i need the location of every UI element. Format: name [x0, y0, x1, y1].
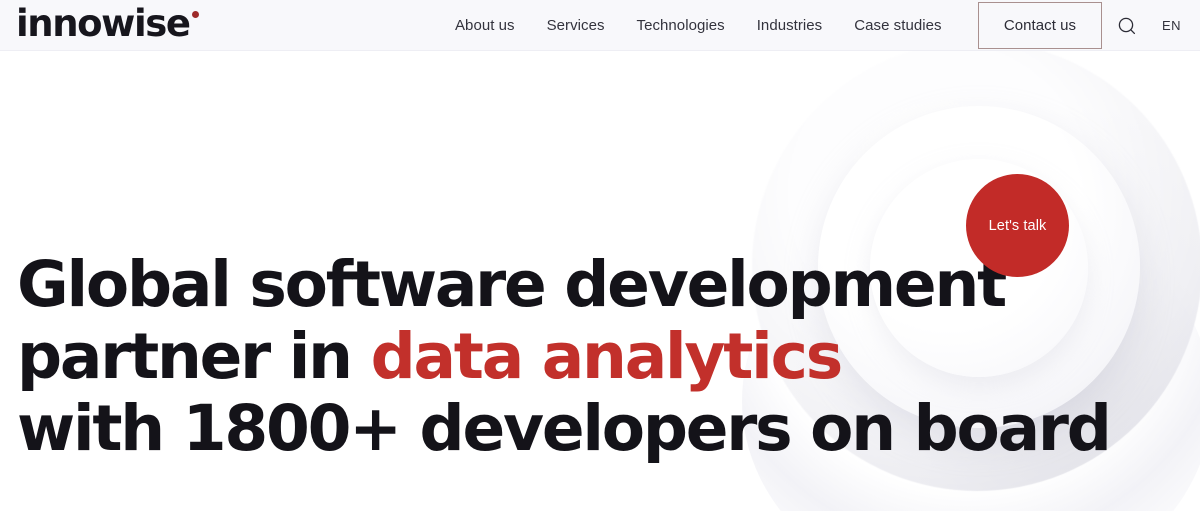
headline-line-3: with 1800+ developers on board: [17, 392, 1112, 465]
nav-item-services[interactable]: Services: [531, 0, 621, 51]
logo-dot-icon: [192, 10, 199, 18]
hero-headline: Global software development partner in d…: [17, 248, 1112, 465]
headline-accent-text: data analytics: [370, 320, 844, 393]
nav-item-case-studies[interactable]: Case studies: [838, 0, 957, 51]
headline-line-2: partner in data analytics: [17, 321, 1110, 393]
logo[interactable]: innowise: [16, 0, 199, 51]
headline-line-2-prefix: partner in: [17, 320, 371, 393]
search-icon[interactable]: [1115, 14, 1139, 38]
logo-text: innowise: [16, 1, 191, 45]
nav-item-technologies[interactable]: Technologies: [621, 0, 741, 51]
language-switcher[interactable]: EN: [1162, 0, 1181, 51]
main-navigation: About us Services Technologies Industrie…: [455, 0, 958, 51]
hero-page: innowise About us Services Technologies …: [0, 0, 1200, 511]
lets-talk-button[interactable]: Let's talk: [966, 174, 1069, 277]
nav-item-industries[interactable]: Industries: [741, 0, 839, 51]
headline-line-1: Global software development: [17, 248, 1007, 321]
site-header: innowise About us Services Technologies …: [0, 0, 1200, 51]
nav-item-about-us[interactable]: About us: [455, 0, 531, 51]
contact-us-button[interactable]: Contact us: [978, 2, 1102, 49]
